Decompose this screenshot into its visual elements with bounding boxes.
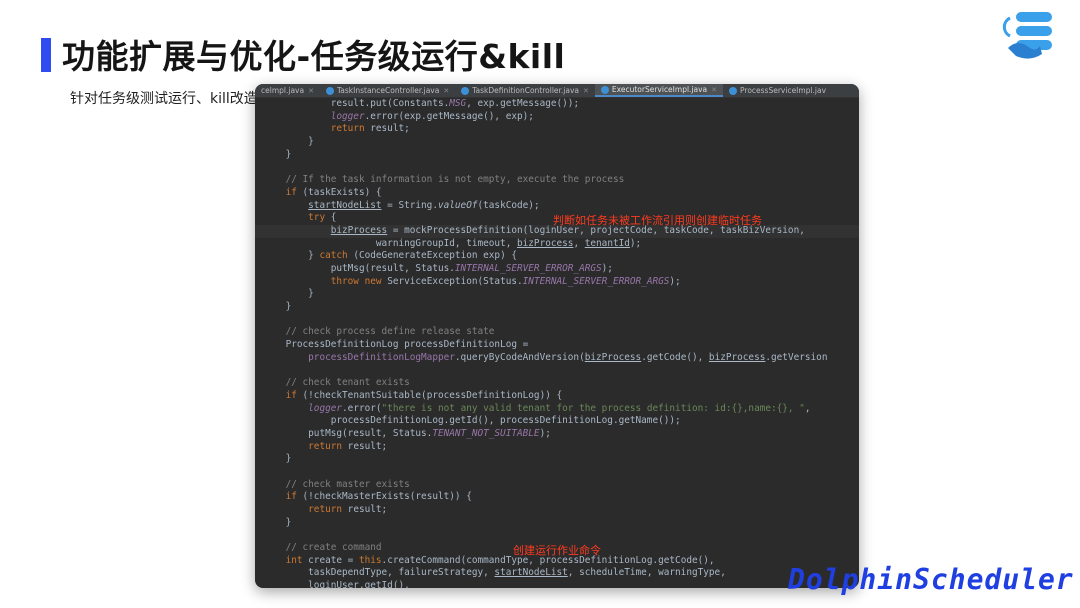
code-line: processDefinitionLog.getId(), processDef… — [263, 415, 681, 427]
code-line: if (!checkTenantSuitable(processDefiniti… — [285, 389, 563, 401]
code-line: } — [263, 453, 292, 465]
code-line: logger.error(exp.getMessage(), exp); — [330, 110, 534, 122]
code-line: throw new ServiceException(Status.INTERN… — [330, 275, 681, 287]
code-line: } — [263, 516, 292, 528]
code-line: ProcessDefinitionLog processDefinitionLo… — [263, 339, 529, 351]
class-icon — [325, 86, 334, 95]
code-line: putMsg(result, Status.INTERNAL_SERVER_ER… — [263, 262, 613, 274]
code-line: loginUser.getId(), — [263, 580, 410, 588]
code-line: } — [263, 148, 292, 160]
code-line: if (!checkMasterExists(result)) { — [285, 491, 472, 503]
code-line: } — [263, 288, 314, 300]
code-line: processDefinitionLogMapper.queryByCodeAn… — [308, 351, 828, 363]
code-line: } — [263, 136, 314, 148]
tab-executor-service-impl[interactable]: ExecutorServiceImpl.java ✕ — [594, 84, 724, 97]
code-line: warningGroupId, timeout, bizProcess, ten… — [263, 237, 642, 249]
code-line: if (taskExists) { — [285, 186, 382, 198]
code-line: return result; — [308, 504, 388, 515]
code-line: // check master exists — [285, 478, 410, 490]
close-icon[interactable]: ✕ — [583, 87, 589, 95]
code-line: logger.error("there is not any valid ten… — [308, 402, 811, 414]
class-icon — [600, 85, 609, 94]
editor-tab-bar: celmpl.java ✕ TaskInstanceController.java… — [255, 84, 859, 98]
code-line: startNodeList = String.valueOf(taskCode)… — [308, 199, 540, 211]
tab-task-definition-controller[interactable]: TaskDefinitionController.java ✕ — [455, 84, 595, 97]
page-subtitle: 针对任务级测试运行、kill改造 — [70, 91, 258, 107]
annotation-create-command: 创建运行作业命令 — [513, 544, 601, 557]
code-line: // check process define release state — [285, 326, 495, 338]
tab-service-impl[interactable]: celmpl.java ✕ — [255, 84, 320, 97]
brand-wordmark: DolphinScheduler — [788, 563, 1074, 596]
class-icon — [461, 86, 470, 95]
close-icon[interactable]: ✕ — [711, 86, 717, 94]
annotation-mock-task: 判断如任务未被工作流引用则创建临时任务 — [553, 214, 762, 227]
code-line: return result; — [308, 440, 388, 452]
code-line: result.put(Constants.MSG, exp.getMessage… — [263, 98, 580, 109]
class-icon — [729, 86, 738, 95]
code-line: } catch (CodeGenerateException exp) { — [263, 250, 518, 262]
code-line: } — [263, 301, 292, 312]
code-line: return result; — [330, 123, 410, 135]
close-icon[interactable]: ✕ — [308, 87, 314, 95]
code-line: taskDependType, failureStrategy, startNo… — [263, 567, 726, 579]
code-line: // check tenant exists — [285, 377, 410, 389]
tab-task-instance-controller[interactable]: TaskInstanceController.java ✕ — [320, 84, 455, 97]
code-area[interactable]: result.put(Constants.MSG, exp.getMessage… — [255, 98, 859, 588]
code-line: // If the task information is not empty,… — [285, 174, 625, 186]
code-line: putMsg(result, Status.TENANT_NOT_SUITABL… — [263, 427, 551, 439]
tab-process-service-impl[interactable]: ProcessServiceImpl.jav — [723, 84, 832, 97]
page-title: 功能扩展与优化-任务级运行&kill — [62, 37, 566, 76]
dolphin-logo-icon — [1002, 12, 1052, 59]
title-accent-bar — [41, 38, 51, 72]
code-editor-window: celmpl.java ✕ TaskInstanceController.java… — [255, 84, 859, 588]
close-icon[interactable]: ✕ — [443, 87, 449, 95]
